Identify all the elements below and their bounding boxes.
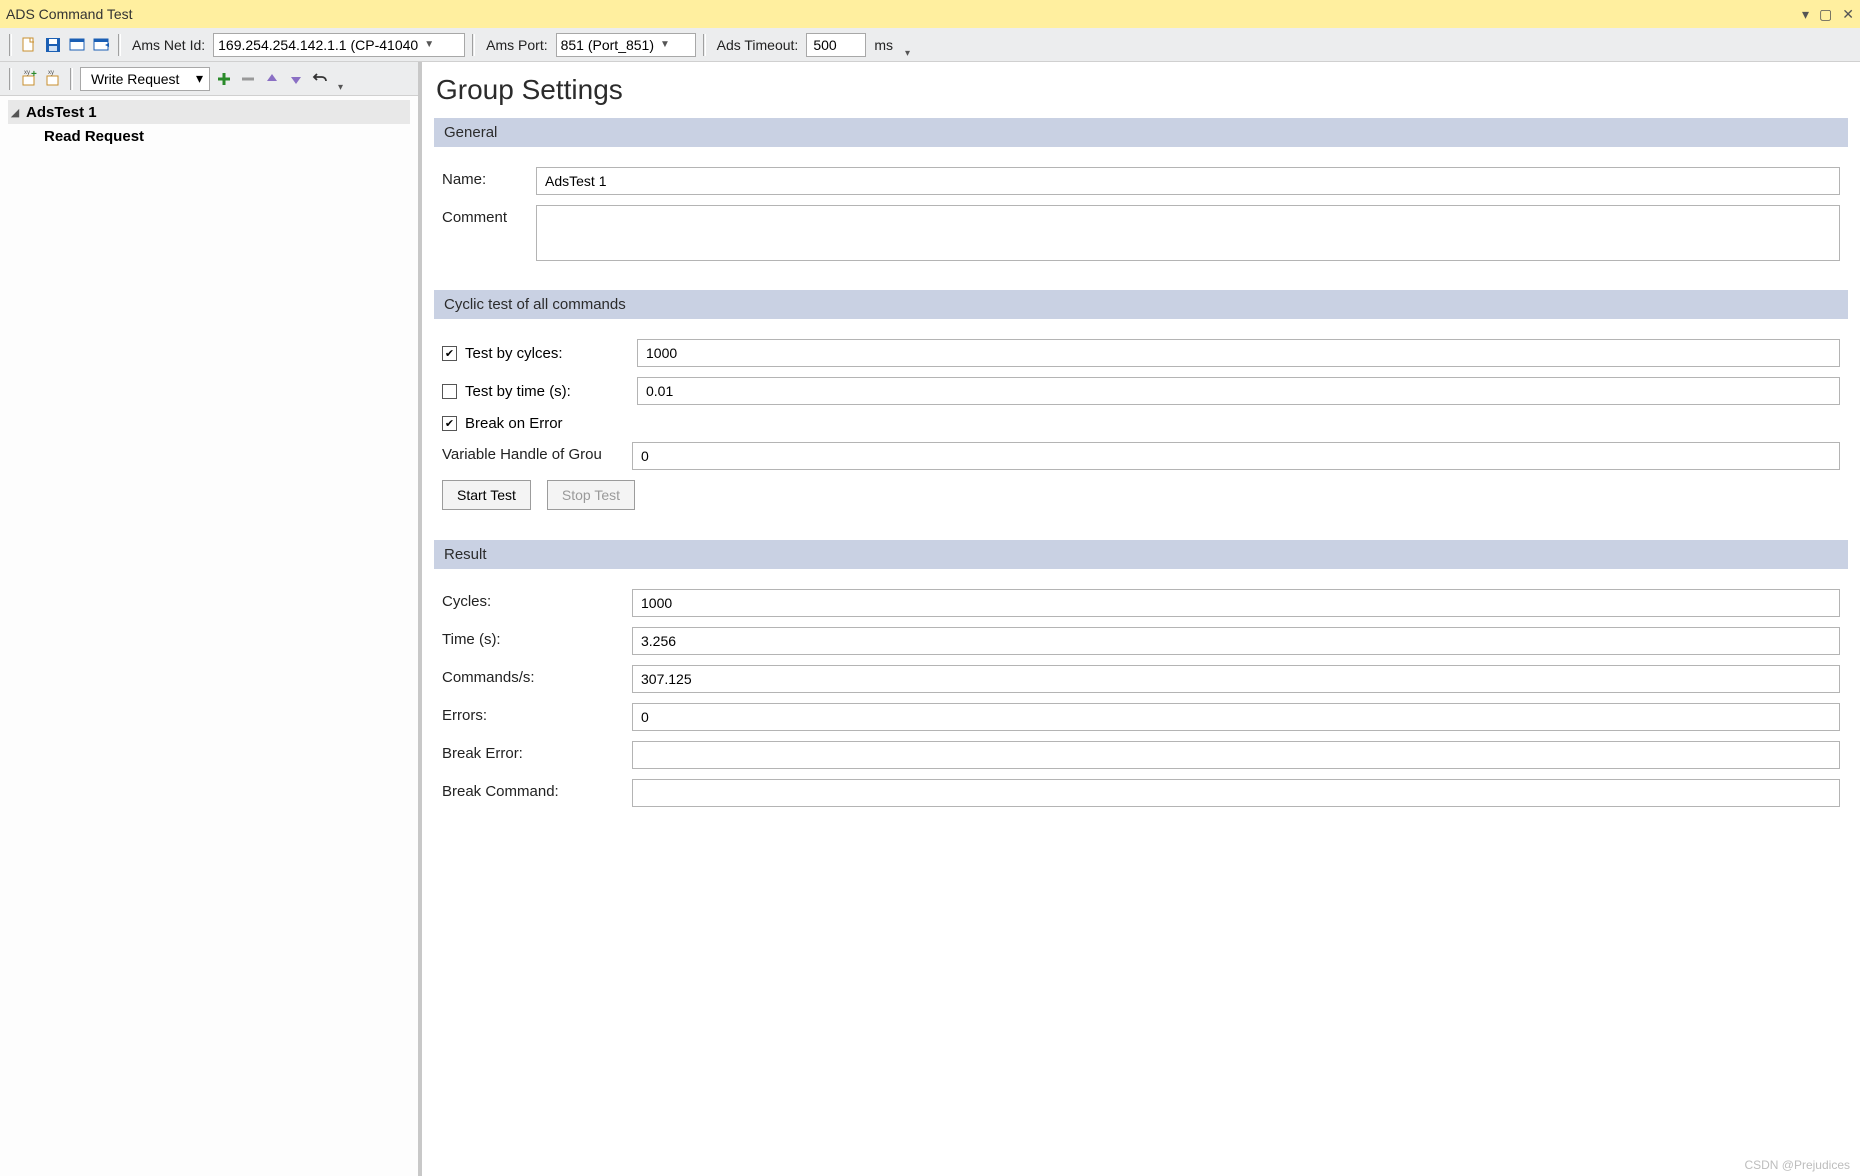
tree-item-label: AdsTest 1 (22, 104, 97, 121)
tree-item-label: Read Request (40, 128, 144, 145)
expand-icon[interactable]: ◢ (8, 106, 22, 119)
ads-timeout-label: Ads Timeout: (713, 37, 803, 53)
section-general-body: Name: Comment (434, 147, 1848, 284)
test-by-time-input[interactable] (637, 377, 1840, 405)
group-icon[interactable]: xy (43, 69, 63, 89)
svg-text:+: + (31, 70, 37, 80)
test-by-time-checkbox[interactable] (442, 384, 457, 399)
ams-port-value: 851 (Port_851) (561, 37, 654, 53)
toolbar-grip (9, 34, 12, 56)
main-toolbar: Ams Net Id: 169.254.254.142.1.1 (CP-4104… (0, 28, 1860, 62)
minimize-icon[interactable]: ▾ (1802, 6, 1809, 23)
section-cyclic-body: ✔ Test by cylces: Test by time (s): ✔ Br… (434, 319, 1848, 534)
ams-port-label: Ams Port: (482, 37, 551, 53)
test-by-cycles-checkbox[interactable]: ✔ (442, 346, 457, 361)
title-bar: ADS Command Test ▾ ▢ ✕ (0, 0, 1860, 28)
window-controls: ▾ ▢ ✕ (1802, 6, 1854, 23)
ads-timeout-unit: ms (870, 37, 897, 53)
break-error-output (632, 741, 1840, 769)
name-input[interactable] (536, 167, 1840, 195)
close-icon[interactable]: ✕ (1842, 6, 1854, 23)
new-file-icon[interactable] (19, 35, 39, 55)
var-handle-label: Variable Handle of Grou (442, 442, 624, 463)
time-output (632, 627, 1840, 655)
tree-toolbar: +xy xy Write Request ▾ (0, 62, 418, 96)
save-icon[interactable] (43, 35, 63, 55)
toolbar-overflow-icon[interactable]: ▾ (334, 82, 347, 93)
left-pane: +xy xy Write Request ▾ (0, 62, 422, 1176)
right-pane: Group Settings General Name: Comment Cyc… (422, 62, 1860, 1176)
ams-port-combo[interactable]: 851 (Port_851) ▼ (556, 33, 696, 57)
test-by-time-label: Test by time (s): (465, 383, 629, 400)
section-cyclic-header: Cyclic test of all commands (434, 290, 1848, 319)
maximize-icon[interactable]: ▢ (1819, 6, 1832, 23)
start-test-button[interactable]: Start Test (442, 480, 531, 510)
break-on-error-checkbox[interactable]: ✔ (442, 416, 457, 431)
ams-net-id-combo[interactable]: 169.254.254.142.1.1 (CP-41040 ▼ (213, 33, 465, 57)
section-general-header: General (434, 118, 1848, 147)
toolbar-separator (703, 34, 706, 56)
test-by-cycles-input[interactable] (637, 339, 1840, 367)
window-title: ADS Command Test (6, 6, 1802, 22)
time-label: Time (s): (442, 627, 624, 648)
ams-net-id-label: Ams Net Id: (128, 37, 209, 53)
stop-test-button[interactable]: Stop Test (547, 480, 635, 510)
cycles-output (632, 589, 1840, 617)
window1-icon[interactable] (67, 35, 87, 55)
errors-output (632, 703, 1840, 731)
section-result-body: Cycles: Time (s): Commands/s: Errors: Br… (434, 569, 1848, 827)
cps-label: Commands/s: (442, 665, 624, 686)
break-command-output (632, 779, 1840, 807)
window2-icon[interactable] (91, 35, 111, 55)
errors-label: Errors: (442, 703, 624, 724)
test-by-cycles-label: Test by cylces: (465, 345, 629, 362)
break-error-label: Break Error: (442, 741, 624, 762)
tree-item-read-request[interactable]: Read Request (8, 124, 410, 148)
page-title: Group Settings (436, 74, 1848, 106)
break-command-label: Break Command: (442, 779, 624, 800)
request-type-value: Write Request (91, 71, 179, 87)
comment-input[interactable] (536, 205, 1840, 261)
var-handle-input[interactable] (632, 442, 1840, 470)
break-on-error-label: Break on Error (465, 415, 629, 432)
body: +xy xy Write Request ▾ (0, 62, 1860, 1176)
chevron-down-icon: ▼ (660, 39, 670, 50)
cps-output (632, 665, 1840, 693)
move-down-icon[interactable] (286, 69, 306, 89)
tree-view[interactable]: ◢ AdsTest 1 Read Request (0, 96, 418, 1176)
request-type-combo[interactable]: Write Request ▾ (80, 67, 210, 91)
svg-text:xy: xy (48, 70, 54, 76)
add-icon[interactable] (214, 69, 234, 89)
toolbar-separator (472, 34, 475, 56)
watermark: CSDN @Prejudices (1744, 1158, 1850, 1172)
remove-icon[interactable] (238, 69, 258, 89)
tree-item-adstest[interactable]: ◢ AdsTest 1 (8, 100, 410, 124)
ads-timeout-input[interactable] (806, 33, 866, 57)
toolbar-separator (118, 34, 121, 56)
chevron-down-icon: ▾ (196, 70, 203, 87)
toolbar-grip (9, 68, 12, 90)
comment-label: Comment (442, 205, 528, 226)
move-up-icon[interactable] (262, 69, 282, 89)
name-label: Name: (442, 167, 528, 188)
undo-icon[interactable] (310, 69, 330, 89)
chevron-down-icon: ▼ (424, 39, 434, 50)
toolbar-overflow-icon[interactable]: ▾ (901, 48, 914, 59)
toolbar-separator (70, 68, 73, 90)
section-result-header: Result (434, 540, 1848, 569)
svg-text:xy: xy (24, 70, 30, 76)
ams-net-id-value: 169.254.254.142.1.1 (CP-41040 (218, 37, 418, 53)
cycles-label: Cycles: (442, 589, 624, 610)
add-group-icon[interactable]: +xy (19, 69, 39, 89)
